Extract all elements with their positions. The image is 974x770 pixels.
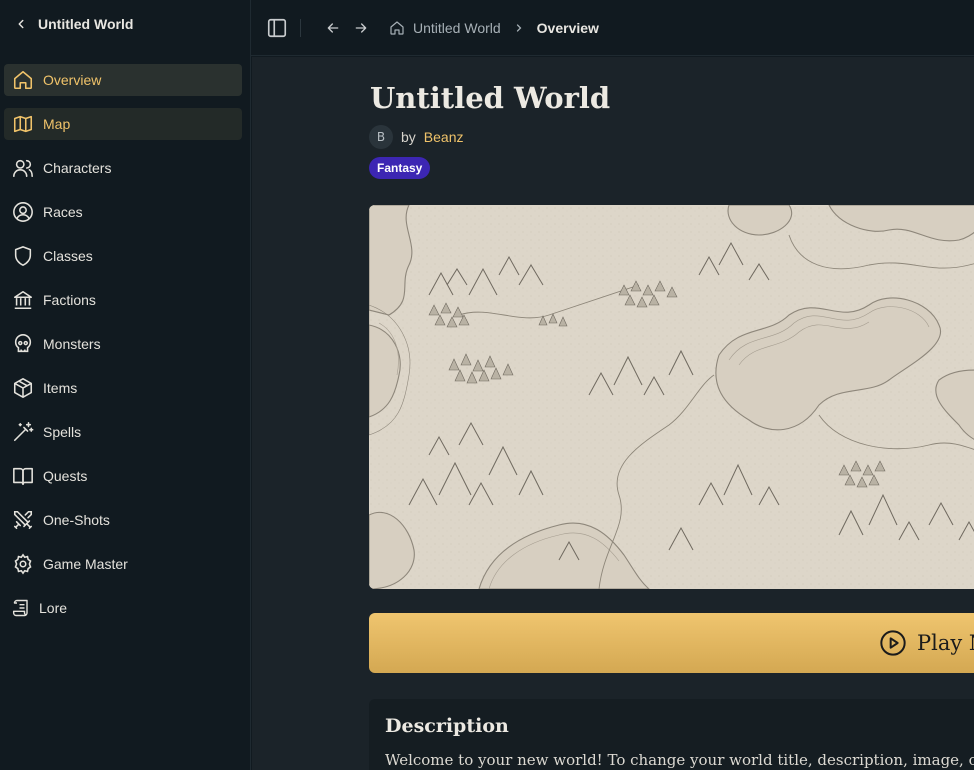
sidebar-item-classes[interactable]: Classes [4, 240, 242, 272]
swords-icon [13, 510, 33, 530]
wand-icon [13, 422, 34, 442]
avatar[interactable]: B [369, 125, 393, 149]
breadcrumb-current: Overview [536, 19, 599, 36]
home-icon[interactable] [389, 20, 405, 36]
user-circle-icon [13, 202, 33, 222]
sidebar-item-game-master[interactable]: Game Master [4, 548, 242, 580]
sidebar-item-label: Map [43, 116, 71, 132]
sidebar-item-label: Quests [43, 468, 88, 484]
breadcrumb: Untitled World Overview [389, 20, 599, 36]
sidebar-item-characters[interactable]: Characters [4, 152, 242, 184]
sidebar-item-label: Factions [43, 292, 96, 308]
sidebar-item-lore[interactable]: Lore [4, 592, 242, 624]
sidebar-item-label: Spells [43, 424, 82, 440]
sidebar-item-spells[interactable]: Spells [4, 416, 242, 448]
sidebar-item-items[interactable]: Items [4, 372, 242, 404]
skull-icon [14, 334, 32, 353]
description-card: Description Welcome to your new world! T… [369, 699, 974, 770]
sidebar-title[interactable]: Untitled World [38, 16, 133, 32]
play-now-button[interactable]: Play N [369, 613, 974, 673]
chevron-right-icon [513, 22, 525, 34]
sidebar-item-label: Races [43, 204, 83, 220]
toolbar-divider [300, 18, 301, 37]
sidebar-item-label: Lore [39, 600, 68, 616]
breadcrumb-world[interactable]: Untitled World [413, 20, 501, 36]
arrow-left-icon[interactable] [325, 20, 341, 36]
play-circle-icon [880, 630, 906, 656]
sidebar-item-label: Overview [43, 72, 102, 88]
main-content: Untitled World B by Beanz Fantasy Play D… [252, 57, 974, 770]
description-heading: Description [385, 715, 509, 737]
sidebar-item-label: Monsters [43, 336, 101, 352]
sidebar-item-overview[interactable]: Overview [4, 64, 242, 96]
sidebar-toggle-icon[interactable] [266, 17, 288, 39]
book-open-icon [13, 467, 33, 486]
sidebar-item-races[interactable]: Races [4, 196, 242, 228]
description-text: Welcome to your new world! To change you… [385, 751, 974, 769]
sidebar-item-label: Characters [43, 160, 112, 176]
sidebar: Untitled World Overview Map Characters R… [0, 0, 251, 770]
arrow-right-icon[interactable] [353, 20, 369, 36]
sidebar-header: Untitled World [0, 0, 250, 48]
sidebar-item-label: Classes [43, 248, 93, 264]
scroll-icon [12, 599, 28, 617]
landmark-icon [13, 290, 33, 310]
world-map-image [369, 205, 974, 589]
shield-icon [14, 246, 32, 266]
top-bar: Untitled World Overview [251, 0, 974, 56]
author-line: B by Beanz [369, 125, 464, 149]
author-link[interactable]: Beanz [424, 129, 464, 145]
play-now-label: Play N [917, 631, 974, 655]
sidebar-item-quests[interactable]: Quests [4, 460, 242, 492]
author-prefix: by [401, 129, 416, 145]
box-icon [13, 378, 33, 398]
sidebar-item-label: One-Shots [43, 512, 110, 528]
map-illustration [369, 205, 974, 589]
home-icon [13, 70, 33, 90]
genre-badge: Fantasy [369, 157, 431, 179]
gear-icon [14, 553, 32, 575]
chevron-left-icon[interactable] [14, 17, 28, 31]
sidebar-item-factions[interactable]: Factions [4, 284, 242, 316]
sidebar-item-one-shots[interactable]: One-Shots [4, 504, 242, 536]
page-title: Untitled World [370, 81, 611, 115]
sidebar-item-monsters[interactable]: Monsters [4, 328, 242, 360]
users-icon [13, 159, 33, 178]
map-icon [13, 115, 33, 133]
sidebar-item-label: Game Master [43, 556, 128, 572]
sidebar-item-map[interactable]: Map [4, 108, 242, 140]
sidebar-nav: Overview Map Characters Races Classes Fa… [0, 48, 250, 624]
sidebar-item-label: Items [43, 380, 78, 396]
